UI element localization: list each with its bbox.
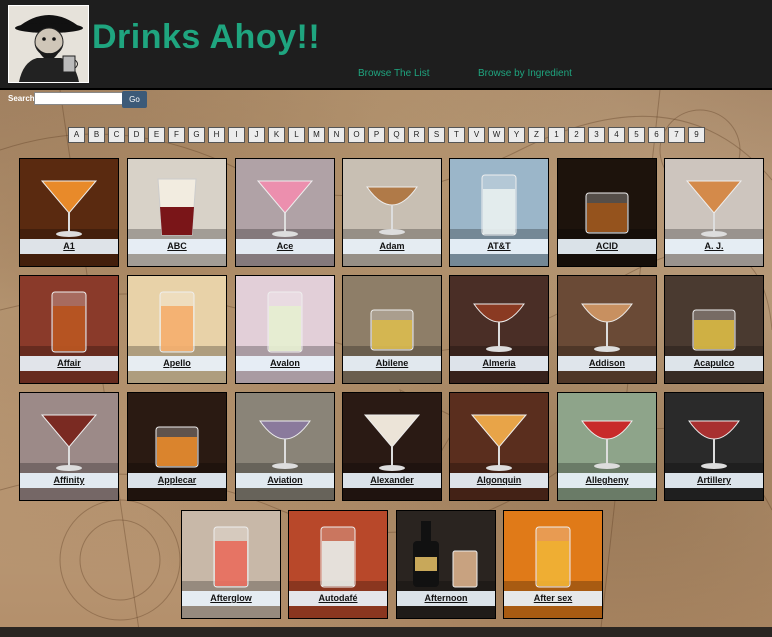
drink-grid: A1 ABC Ace Adam AT&T ACID A. J. Affair A… bbox=[0, 0, 772, 637]
drink-card[interactable]: Alexander bbox=[342, 392, 442, 501]
drink-card[interactable]: AT&T bbox=[449, 158, 549, 267]
drink-card[interactable]: Autodafé bbox=[288, 510, 388, 619]
drink-name-link[interactable]: Allegheny bbox=[558, 473, 656, 488]
drink-card[interactable]: Abilene bbox=[342, 275, 442, 384]
drink-name-link[interactable]: Almeria bbox=[450, 356, 548, 371]
drink-name-link[interactable]: Abilene bbox=[343, 356, 441, 371]
drink-card[interactable]: Artillery bbox=[664, 392, 764, 501]
drink-name-link[interactable]: Afternoon bbox=[397, 591, 495, 606]
drink-name-link[interactable]: AT&T bbox=[450, 239, 548, 254]
drink-name-link[interactable]: Affinity bbox=[20, 473, 118, 488]
drink-card[interactable]: Almeria bbox=[449, 275, 549, 384]
drink-name-link[interactable]: Afterglow bbox=[182, 591, 280, 606]
drink-name-link[interactable]: ACID bbox=[558, 239, 656, 254]
drink-name-link[interactable]: A. J. bbox=[665, 239, 763, 254]
drink-card[interactable]: Affinity bbox=[19, 392, 119, 501]
drink-card[interactable]: Affair bbox=[19, 275, 119, 384]
drink-name-link[interactable]: Apello bbox=[128, 356, 226, 371]
drink-name-link[interactable]: Applecar bbox=[128, 473, 226, 488]
drink-name-link[interactable]: Affair bbox=[20, 356, 118, 371]
drink-card[interactable]: Aviation bbox=[235, 392, 335, 501]
drink-card[interactable]: Afternoon bbox=[396, 510, 496, 619]
drink-card[interactable]: Addison bbox=[557, 275, 657, 384]
drink-name-link[interactable]: After sex bbox=[504, 591, 602, 606]
drink-card[interactable]: Adam bbox=[342, 158, 442, 267]
drink-name-link[interactable]: Avalon bbox=[236, 356, 334, 371]
drink-name-link[interactable]: Autodafé bbox=[289, 591, 387, 606]
drink-card[interactable]: Ace bbox=[235, 158, 335, 267]
drink-card[interactable]: ABC bbox=[127, 158, 227, 267]
drink-card[interactable]: Algonquin bbox=[449, 392, 549, 501]
drink-card[interactable]: A1 bbox=[19, 158, 119, 267]
drink-name-link[interactable]: A1 bbox=[20, 239, 118, 254]
drink-card[interactable]: Acapulco bbox=[664, 275, 764, 384]
drink-name-link[interactable]: Addison bbox=[558, 356, 656, 371]
drink-card[interactable]: Apello bbox=[127, 275, 227, 384]
drink-name-link[interactable]: Artillery bbox=[665, 473, 763, 488]
drink-name-link[interactable]: Alexander bbox=[343, 473, 441, 488]
drink-name-link[interactable]: Algonquin bbox=[450, 473, 548, 488]
drink-card[interactable]: Avalon bbox=[235, 275, 335, 384]
drink-card[interactable]: A. J. bbox=[664, 158, 764, 267]
drink-name-link[interactable]: ABC bbox=[128, 239, 226, 254]
drink-name-link[interactable]: Ace bbox=[236, 239, 334, 254]
drink-name-link[interactable]: Adam bbox=[343, 239, 441, 254]
drink-card[interactable]: Allegheny bbox=[557, 392, 657, 501]
drink-name-link[interactable]: Aviation bbox=[236, 473, 334, 488]
drink-card[interactable]: After sex bbox=[503, 510, 603, 619]
drink-card[interactable]: ACID bbox=[557, 158, 657, 267]
drink-card[interactable]: Applecar bbox=[127, 392, 227, 501]
drink-card[interactable]: Afterglow bbox=[181, 510, 281, 619]
bottom-bar bbox=[0, 627, 772, 637]
drink-name-link[interactable]: Acapulco bbox=[665, 356, 763, 371]
